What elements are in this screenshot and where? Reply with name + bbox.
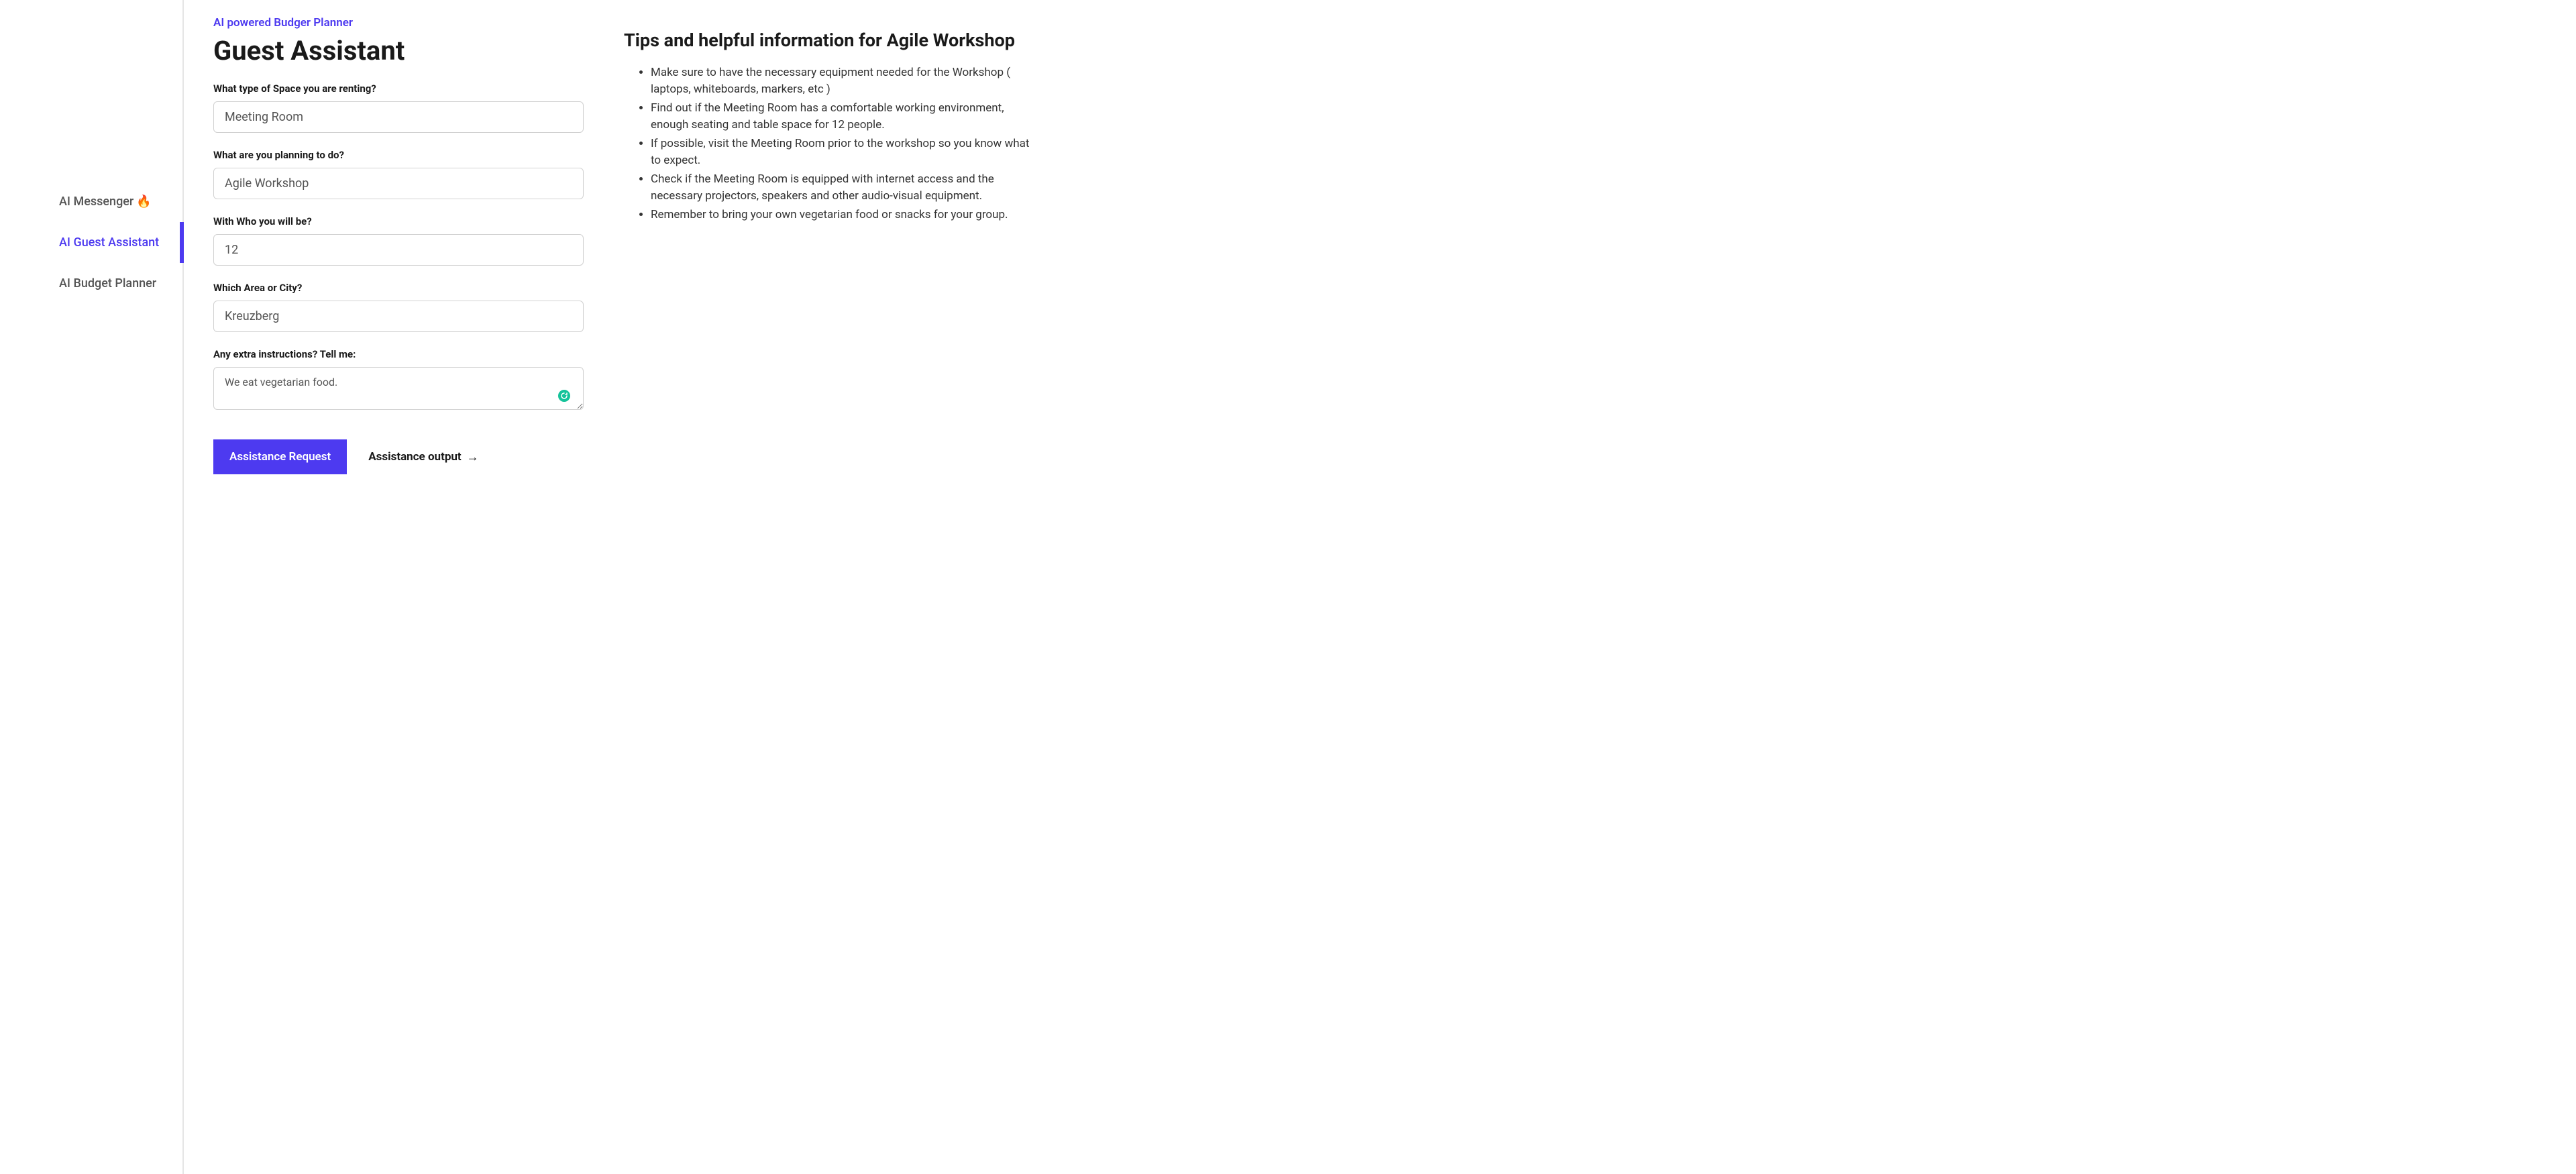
activity-label: What are you planning to do?: [213, 149, 584, 161]
tips-column: Tips and helpful information for Agile W…: [624, 16, 1040, 1147]
space-input[interactable]: [213, 101, 584, 133]
page-title: Guest Assistant: [213, 35, 584, 66]
area-label: Which Area or City?: [213, 282, 584, 294]
tip-item: Make sure to have the necessary equipmen…: [651, 64, 1040, 99]
tip-item: Find out if the Meeting Room has a comfo…: [651, 100, 1040, 134]
fire-icon: 🔥: [136, 195, 151, 209]
tip-item: Check if the Meeting Room is equipped wi…: [651, 171, 1040, 205]
people-label: With Who you will be?: [213, 215, 584, 227]
people-input[interactable]: [213, 234, 584, 266]
extra-textarea[interactable]: We eat vegetarian food.: [213, 367, 584, 410]
tip-item: If possible, visit the Meeting Room prio…: [651, 136, 1040, 170]
field-space: What type of Space you are renting?: [213, 83, 584, 133]
arrow-right-icon: →: [467, 450, 479, 464]
tip-item: Remember to bring your own vegetarian fo…: [651, 207, 1040, 224]
sidebar: AI Messenger 🔥 AI Guest Assistant AI Bud…: [0, 0, 184, 1174]
area-input[interactable]: [213, 301, 584, 332]
sidebar-item-label: AI Messenger: [59, 195, 133, 209]
grammarly-icon: [557, 388, 572, 403]
extra-label: Any extra instructions? Tell me:: [213, 348, 584, 360]
sidebar-item-budget-planner[interactable]: AI Budget Planner: [0, 263, 182, 304]
sidebar-item-label: AI Guest Assistant: [59, 235, 159, 250]
page-kicker: AI powered Budger Planner: [213, 16, 584, 30]
form-column: AI powered Budger Planner Guest Assistan…: [213, 16, 584, 1147]
assistance-request-button[interactable]: Assistance Request: [213, 439, 347, 474]
assistance-output-link[interactable]: Assistance output →: [368, 450, 478, 464]
field-activity: What are you planning to do?: [213, 149, 584, 199]
main-content: AI powered Budger Planner Guest Assistan…: [184, 0, 2576, 1174]
field-extra: Any extra instructions? Tell me: We eat …: [213, 348, 584, 413]
output-link-label: Assistance output: [368, 450, 461, 464]
activity-input[interactable]: [213, 168, 584, 199]
field-people: With Who you will be?: [213, 215, 584, 266]
sidebar-item-label: AI Budget Planner: [59, 276, 156, 290]
sidebar-item-messenger[interactable]: AI Messenger 🔥: [0, 181, 182, 222]
sidebar-item-guest-assistant[interactable]: AI Guest Assistant: [0, 222, 182, 263]
field-area: Which Area or City?: [213, 282, 584, 332]
space-label: What type of Space you are renting?: [213, 83, 584, 95]
actions-row: Assistance Request Assistance output →: [213, 439, 584, 474]
tips-heading: Tips and helpful information for Agile W…: [624, 30, 1040, 52]
tips-list: Make sure to have the necessary equipmen…: [624, 64, 1040, 224]
